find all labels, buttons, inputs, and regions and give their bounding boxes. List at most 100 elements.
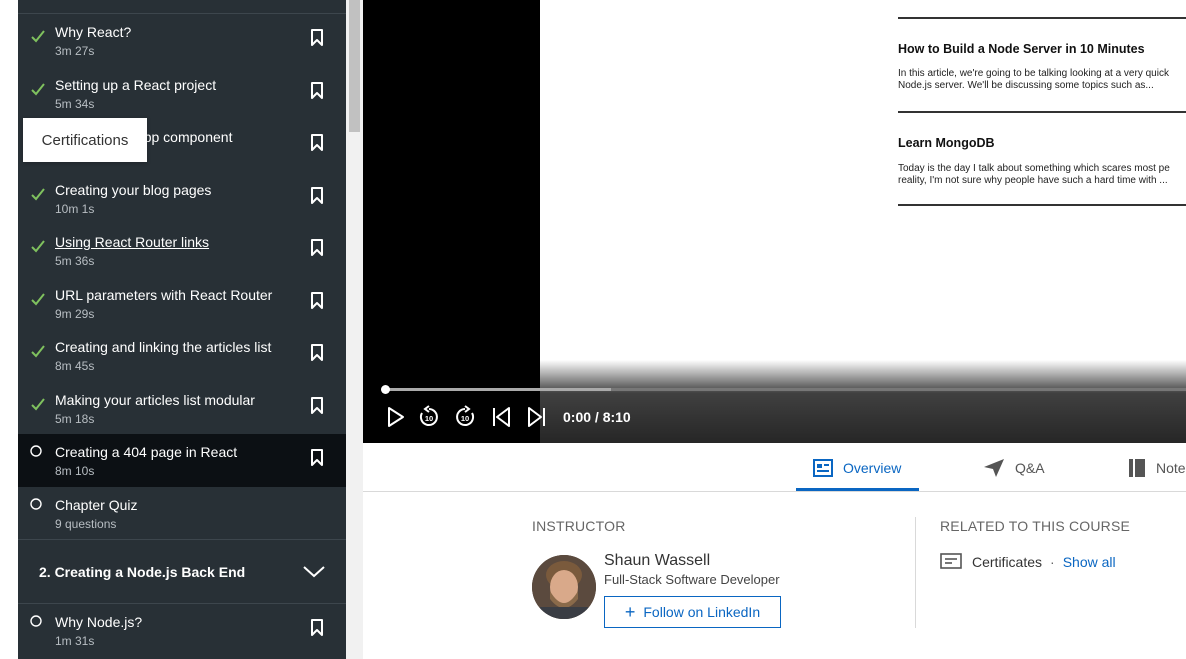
bookmark-icon[interactable] [308,291,326,311]
lesson-item[interactable]: Creating your blog pages 10m 1s [18,172,346,225]
overview-icon [813,459,833,477]
checkmark-icon [31,397,45,410]
lesson-duration: 5m 36s [55,254,95,268]
next-icon[interactable] [525,405,549,429]
lesson-title: Chapter Quiz [55,496,138,513]
lesson-title: Creating a 404 page in React [55,444,238,460]
lesson-duration: 9m 29s [55,306,95,321]
slide-divider [898,111,1186,113]
bookmark-icon[interactable] [308,186,326,206]
bookmark-icon[interactable] [308,448,326,468]
tab-label: Notebook [1156,460,1186,476]
show-all-link[interactable]: Show all [1063,554,1116,570]
lesson-duration: 8m 45s [55,359,95,373]
plus-icon: + [624,602,636,622]
lesson-title: Using React Router links [55,234,210,250]
lesson-duration: 1m 31s [55,634,95,648]
lesson-duration: 5m 18s [55,411,95,426]
lesson-item[interactable]: Why React? 3m 27s [18,14,346,67]
chevron-down-icon[interactable] [302,564,326,580]
certificate-icon [940,553,962,569]
checkmark-icon [31,240,45,253]
lesson-item[interactable]: Making your articles list modular 5m 18s [18,382,346,435]
lesson-item[interactable]: Creating a 404 page in React 8m 10s [18,434,346,487]
lesson-title: Making your articles list modular [55,391,255,408]
lesson-title: Why React? [55,24,132,40]
bookmark-icon[interactable] [308,28,326,48]
course-sidebar: Why React? 3m 27s Setting up a React proje… [18,0,346,659]
bookmark-icon[interactable] [308,238,326,258]
slide-article-text: Today is the day I talk about something … [898,163,1170,174]
instructor-name[interactable]: Shaun Wassell [604,552,710,570]
lesson-title: Creating and linking the articles list [55,339,272,355]
instructor-label: INSTRUCTOR [532,518,626,534]
instructor-photo [532,555,596,619]
tab-label: Q&A [1015,460,1045,476]
tab-overview[interactable]: Overview [813,444,901,492]
section-divider [915,517,916,628]
lesson-title: Setting up a React project [55,76,217,93]
active-tab-indicator [796,488,919,491]
follow-button[interactable]: + Follow on LinkedIn [604,596,781,628]
lesson-item[interactable]: Chapter Quiz 9 questions [18,487,346,540]
checkmark-icon [31,187,45,200]
tab-notebook[interactable]: Notebook [1128,444,1186,492]
controls-overlay [363,360,1186,443]
checkmark-icon [31,292,45,305]
checkmark-icon [31,345,45,358]
lesson-item[interactable]: Setting up a React project 5m 34s [18,67,346,120]
forward-10-icon[interactable]: 10 [453,405,477,429]
bookmark-icon[interactable] [308,396,326,416]
lesson-title: Creating your blog pages [55,181,212,198]
svg-text:10: 10 [461,414,469,423]
bookmark-icon[interactable] [308,618,326,638]
certificates-row: Certificates · Show all [940,553,1116,571]
separator: · [1050,554,1055,570]
lesson-duration: 10m 1s [55,201,95,216]
sidebar-top-divider [18,0,346,14]
slide-article-title: How to Build a Node Server in 10 Minutes [898,42,1145,56]
slide-divider [898,204,1186,206]
tab-qa[interactable]: Q&A [983,444,1045,492]
chapter-title: 2. Creating a Node.js Back End [39,564,246,580]
circle-icon [30,615,42,627]
avatar[interactable] [532,555,596,619]
svg-text:10: 10 [425,414,433,423]
bookmark-icon[interactable] [308,133,326,153]
lesson-duration: 9 questions [55,516,117,531]
tab-label: Overview [843,460,902,476]
related-label: RELATED TO THIS COURSE [940,518,1131,534]
lesson-duration: 8m 10s [55,464,95,478]
bookmark-icon[interactable] [308,81,326,101]
rewind-10-icon[interactable]: 10 [417,405,441,429]
bookmark-icon[interactable] [308,343,326,363]
certificates-label: Certificates [972,554,1043,570]
circle-icon [30,445,42,457]
progress-buffered [386,388,611,391]
play-icon[interactable] [383,405,407,429]
lesson-item[interactable]: Using React Router links 5m 36s [18,224,346,277]
previous-icon[interactable] [489,405,513,429]
checkmark-icon [31,82,45,95]
tooltip: Certifications [23,118,147,162]
lesson-duration: 5m 34s [55,96,95,111]
notebook-icon [1129,459,1145,477]
slide-article-text: Node.js server. We'll be discussing some… [898,80,1154,91]
lesson-item[interactable]: URL parameters with React Router 9m 29s [18,277,346,330]
lesson-item[interactable]: Why Node.js? 1m 31s [18,604,346,657]
follow-label: Follow on LinkedIn [643,604,761,620]
lesson-item[interactable]: Creating and linking the articles list 8m… [18,329,346,382]
slide-divider [898,17,1186,19]
instructor-title: Full-Stack Software Developer [604,572,780,587]
chapter-header[interactable]: 2. Creating a Node.js Back End [18,539,346,604]
slide-article-text: reality, I'm not sure why people have su… [898,175,1168,186]
sidebar-scrollbar-thumb[interactable] [349,0,360,132]
time-display: 0:00 / 8:10 [563,409,631,425]
lesson-title: Why Node.js? [55,614,143,630]
progress-handle[interactable] [381,385,390,394]
slide-article-title: Learn MongoDB [898,136,995,150]
app-root: Why React? 3m 27s Setting up a React proje… [0,0,1186,659]
lesson-duration: 3m 27s [55,44,95,58]
video-player[interactable]: How to Build a Node Server in 10 Minutes… [363,0,1186,443]
send-icon [984,459,1004,477]
